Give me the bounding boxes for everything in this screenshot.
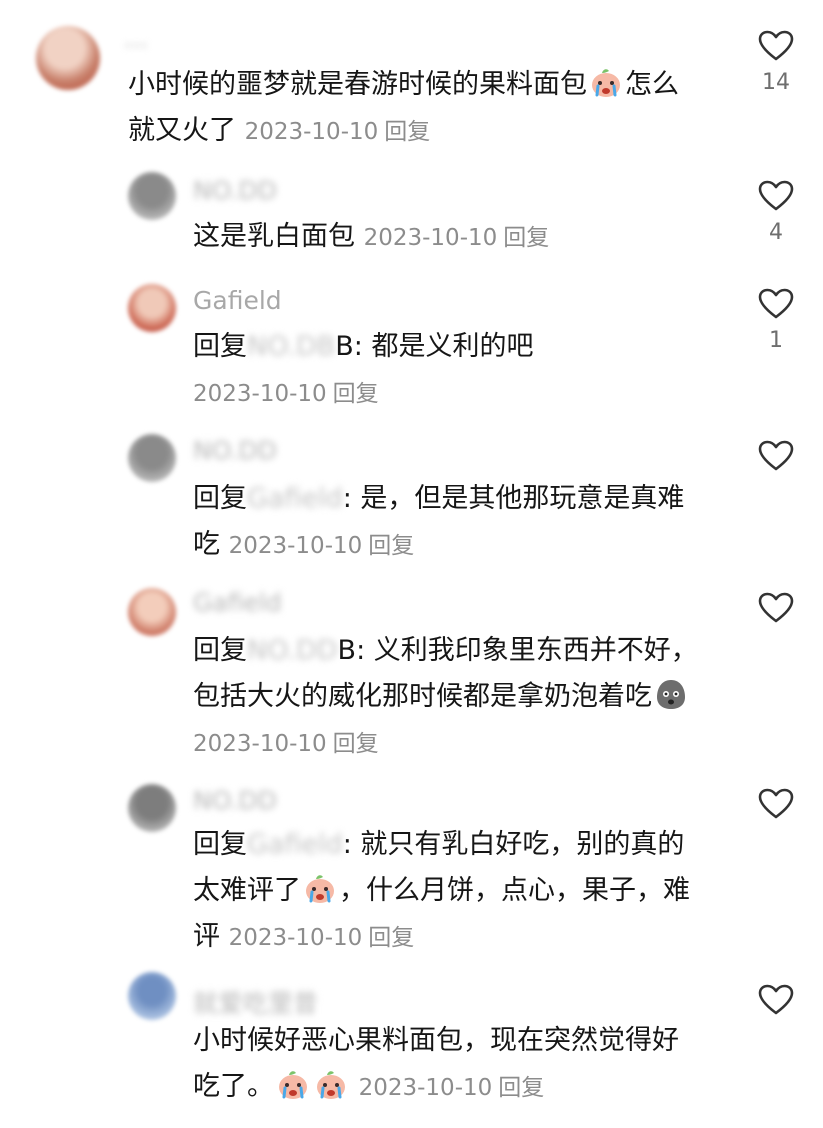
comment-text-line: 这是乳白面包 — [193, 221, 355, 252]
avatar[interactable] — [128, 972, 176, 1020]
comment-text-line: : 义利我印象里东西并不好， — [356, 635, 698, 666]
mention-username[interactable]: NO.DB — [247, 324, 335, 370]
like-count: 1 — [769, 328, 783, 353]
avatar[interactable] — [128, 172, 176, 220]
mention-tail: B — [337, 635, 357, 666]
comment-text-line: : 就只有乳白好吃，别的真的 — [342, 829, 685, 860]
comment-text-line: 评 — [193, 921, 220, 952]
comment-text: 回复Gafield: 是，但是其他那玩意是真难 吃 2023-10-10 回复 — [193, 476, 684, 569]
comment-text-line: 包括大火的威化那时候都是拿奶泡着吃 — [193, 681, 652, 712]
like-column: 1 — [750, 288, 802, 353]
reply-prefix: 回复 — [193, 829, 247, 860]
reply-button[interactable]: 回复 — [368, 533, 414, 559]
comment-text-line: 怎么 — [625, 69, 679, 100]
avatar[interactable] — [36, 26, 100, 90]
avatar[interactable] — [128, 784, 176, 832]
comment-text: 小时候的噩梦就是春游时候的果料面包 怎么 就又火了 2023-10-10 回复 — [128, 62, 679, 155]
comment-text-line: 太难评了 — [193, 875, 301, 906]
like-column — [750, 592, 802, 624]
heart-outline-icon[interactable] — [758, 440, 794, 472]
username[interactable]: NO.DD — [193, 436, 277, 465]
heart-outline-icon[interactable] — [758, 788, 794, 820]
username[interactable]: Gafield — [193, 286, 282, 315]
like-column: 14 — [750, 30, 802, 95]
heart-outline-icon[interactable] — [758, 30, 794, 62]
mention-username[interactable]: Gafield — [247, 822, 343, 868]
crying-peach-emoji-icon — [589, 65, 623, 99]
comment-text-line: 吃 — [193, 529, 220, 560]
reply-prefix: 回复 — [193, 483, 247, 514]
mention-tail: B — [335, 331, 354, 362]
comment-meta: 2023-10-10 回复 — [229, 533, 415, 559]
comment-text: 回复NO.DDB: 义利我印象里东西并不好， 包括大火的威化那时候都是拿奶泡着吃… — [193, 628, 698, 767]
like-column — [750, 788, 802, 820]
heart-outline-icon[interactable] — [758, 180, 794, 212]
username[interactable]: NO.DD — [193, 176, 277, 205]
like-column: 4 — [750, 180, 802, 245]
comment-date: 2023-10-10 — [193, 731, 327, 757]
reply-button[interactable]: 回复 — [368, 925, 414, 951]
comment-date: 2023-10-10 — [363, 225, 498, 251]
comment-meta: 2023-10-10 回复 — [229, 925, 415, 951]
comment-date: 2023-10-10 — [228, 533, 363, 559]
comment-meta: 2023-10-10 回复 — [364, 225, 550, 251]
comment-text: 小时候好恶心果料面包，现在突然觉得好 吃了。 2023-10-10 回复 — [193, 1018, 679, 1111]
avatar[interactable] — [128, 434, 176, 482]
reply-prefix: 回复 — [193, 331, 247, 362]
crying-peach-emoji-icon — [314, 1067, 348, 1101]
comment-meta: 2023-10-10 回复 — [245, 119, 431, 145]
comment-text-line: : 是，但是其他那玩意是真难 — [342, 483, 685, 514]
username[interactable]: Gafield — [193, 588, 282, 617]
heart-outline-icon[interactable] — [758, 288, 794, 320]
comment-date: 2023-10-10 — [244, 119, 379, 145]
comment-text-line: 小时候好恶心果料面包，现在突然觉得好 — [193, 1025, 679, 1056]
comment-text-line: 小时候的噩梦就是春游时候的果料面包 — [128, 69, 587, 100]
username[interactable]: ... — [124, 24, 148, 53]
comment-meta: 2023-10-10 回复 — [193, 731, 379, 757]
reply-button[interactable]: 回复 — [333, 731, 379, 757]
reply-button[interactable]: 回复 — [384, 119, 430, 145]
crying-peach-emoji-icon — [303, 871, 337, 905]
comment-meta: 2023-10-10 回复 — [193, 381, 379, 407]
mention-username[interactable]: NO.DD — [247, 628, 338, 674]
heart-outline-icon[interactable] — [758, 984, 794, 1016]
avatar[interactable] — [128, 588, 176, 636]
avatar[interactable] — [128, 284, 176, 332]
username[interactable]: NO.DD — [193, 786, 277, 815]
reply-prefix: 回复 — [193, 635, 247, 666]
comment-text: 回复Gafield: 就只有乳白好吃，别的真的 太难评了 ，什么月饼，点心，果子，… — [193, 822, 690, 961]
comment-meta: 2023-10-10 回复 — [359, 1075, 545, 1101]
like-count: 4 — [769, 220, 783, 245]
comment-date: 2023-10-10 — [228, 925, 363, 951]
reply-button[interactable]: 回复 — [498, 1075, 544, 1101]
speechless-face-emoji-icon — [654, 677, 688, 711]
comment-text: 这是乳白面包 2023-10-10 回复 — [193, 214, 549, 261]
username[interactable]: 就爱吃里昔 — [193, 984, 318, 1020]
crying-peach-emoji-icon — [276, 1067, 310, 1101]
comment-text-line: : 都是义利的吧 — [353, 331, 534, 362]
heart-outline-icon[interactable] — [758, 592, 794, 624]
like-column — [750, 440, 802, 472]
comment-text: 回复NO.DBB: 都是义利的吧 2023-10-10 回复 — [193, 324, 533, 417]
comment-text-line: ，什么月饼，点心，果子，难 — [339, 875, 690, 906]
like-column — [750, 984, 802, 1016]
comment-text-line: 就又火了 — [128, 115, 236, 146]
comment-date: 2023-10-10 — [358, 1075, 493, 1101]
mention-username[interactable]: Gafield — [247, 476, 343, 522]
comment-date: 2023-10-10 — [193, 381, 327, 407]
like-count: 14 — [762, 70, 790, 95]
comment-text-line: 吃了。 — [193, 1071, 274, 1102]
reply-button[interactable]: 回复 — [333, 381, 379, 407]
reply-button[interactable]: 回复 — [503, 225, 549, 251]
